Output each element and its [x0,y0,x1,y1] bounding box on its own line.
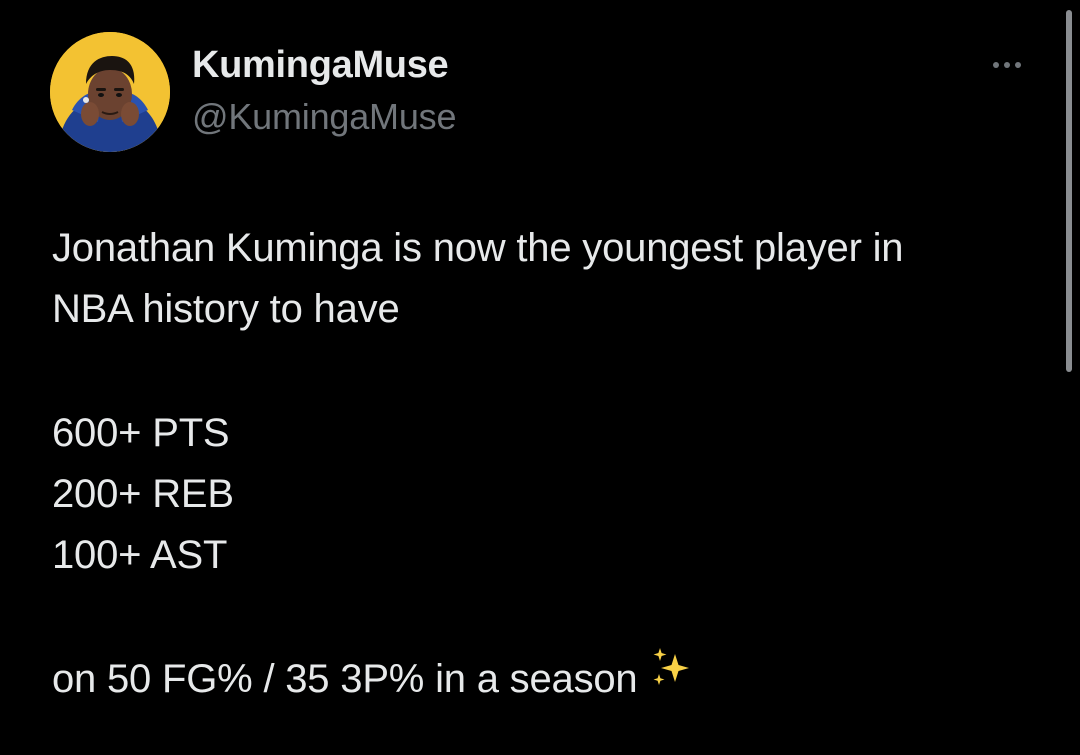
closing-text: on 50 FG% / 35 3P% in a season [52,657,638,701]
avatar[interactable] [50,32,170,152]
stat-points: 600+ PTS [52,411,230,455]
more-options-button[interactable] [984,50,1030,80]
more-horizontal-icon [993,62,999,68]
tweet-line: Jonathan Kuminga is now the youngest pla… [52,226,904,270]
tweet-text: Jonathan Kuminga is now the youngest pla… [52,218,1042,710]
more-horizontal-icon [1015,62,1021,68]
user-handle[interactable]: @KumingaMuse [192,96,456,138]
tweet-line: NBA history to have [52,287,400,331]
sparkles-icon [649,646,695,708]
scrollbar-thumb[interactable] [1066,10,1072,372]
tweet-card: KumingaMuse @KumingaMuse Jonathan Kuming… [0,0,1080,755]
cartoon-avatar-icon [50,32,170,152]
stat-rebounds: 200+ REB [52,472,234,516]
stat-assists: 100+ AST [52,533,228,577]
tweet-line: on 50 FG% / 35 3P% in a season [52,646,1042,710]
display-name[interactable]: KumingaMuse [192,44,449,87]
more-horizontal-icon [1004,62,1010,68]
